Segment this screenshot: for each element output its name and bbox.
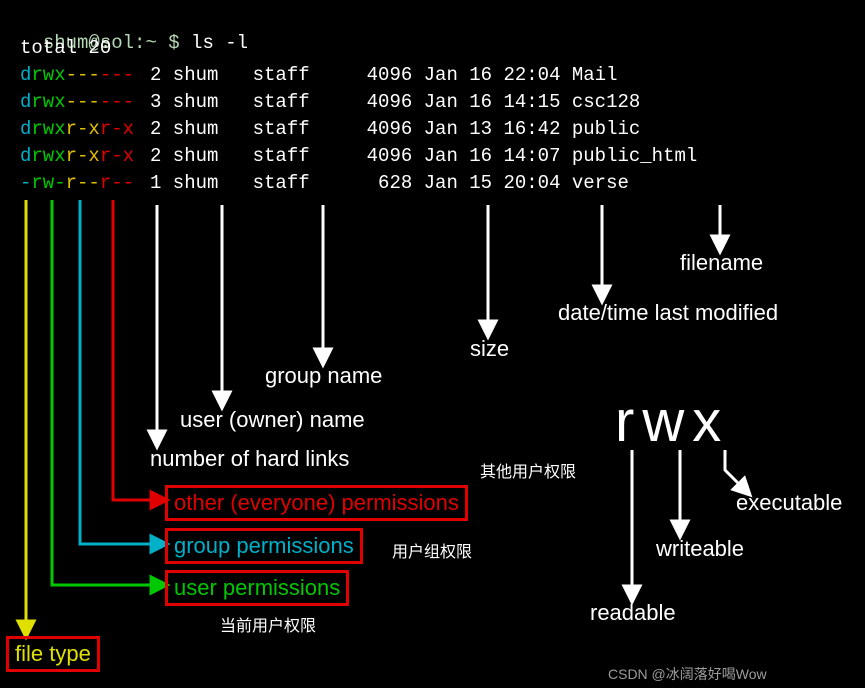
ls-row-details: 2 shum staff 4096 Jan 16 22:04 Mail (150, 64, 617, 86)
rwx-executable: executable (736, 490, 842, 516)
ls-row-details: 2 shum staff 4096 Jan 13 16:42 public (150, 118, 640, 140)
label-owner: user (owner) name (180, 407, 365, 433)
rwx-readable: readable (590, 600, 676, 626)
label-cn-other: 其他用户权限 (480, 458, 576, 482)
label-size: size (470, 336, 509, 362)
ls-row-details: 3 shum staff 4096 Jan 16 14:15 csc128 (150, 91, 640, 113)
label-group: group name (265, 363, 382, 389)
command-text: ls -l (191, 32, 248, 54)
rwx-heading: rwx (615, 388, 729, 455)
box-group-permissions: group permissions (165, 528, 363, 564)
label-hardlinks: number of hard links (150, 446, 349, 472)
ls-row-details: 2 shum staff 4096 Jan 16 14:07 public_ht… (150, 145, 697, 167)
ls-row: drwxr-xr-x (20, 118, 134, 140)
ls-row: -rw-r--r-- (20, 172, 134, 194)
label-cn-group: 用户组权限 (392, 538, 472, 562)
box-file-type: file type (6, 636, 100, 672)
label-datetime: date/time last modified (558, 300, 778, 326)
watermark: CSDN @冰阔落好喝Wow (608, 664, 767, 684)
box-user-permissions: user permissions (165, 570, 349, 606)
total-line: total 20 (20, 37, 111, 59)
ls-row: drwx------ (20, 64, 134, 86)
ls-row-details: 1 shum staff 628 Jan 15 20:04 verse (150, 172, 629, 194)
box-other-permissions: other (everyone) permissions (165, 485, 468, 521)
rwx-writeable: writeable (656, 536, 744, 562)
ls-row: drwx------ (20, 91, 134, 113)
label-cn-user: 当前用户权限 (220, 612, 316, 636)
ls-row: drwxr-xr-x (20, 145, 134, 167)
label-filename: filename (680, 250, 763, 276)
